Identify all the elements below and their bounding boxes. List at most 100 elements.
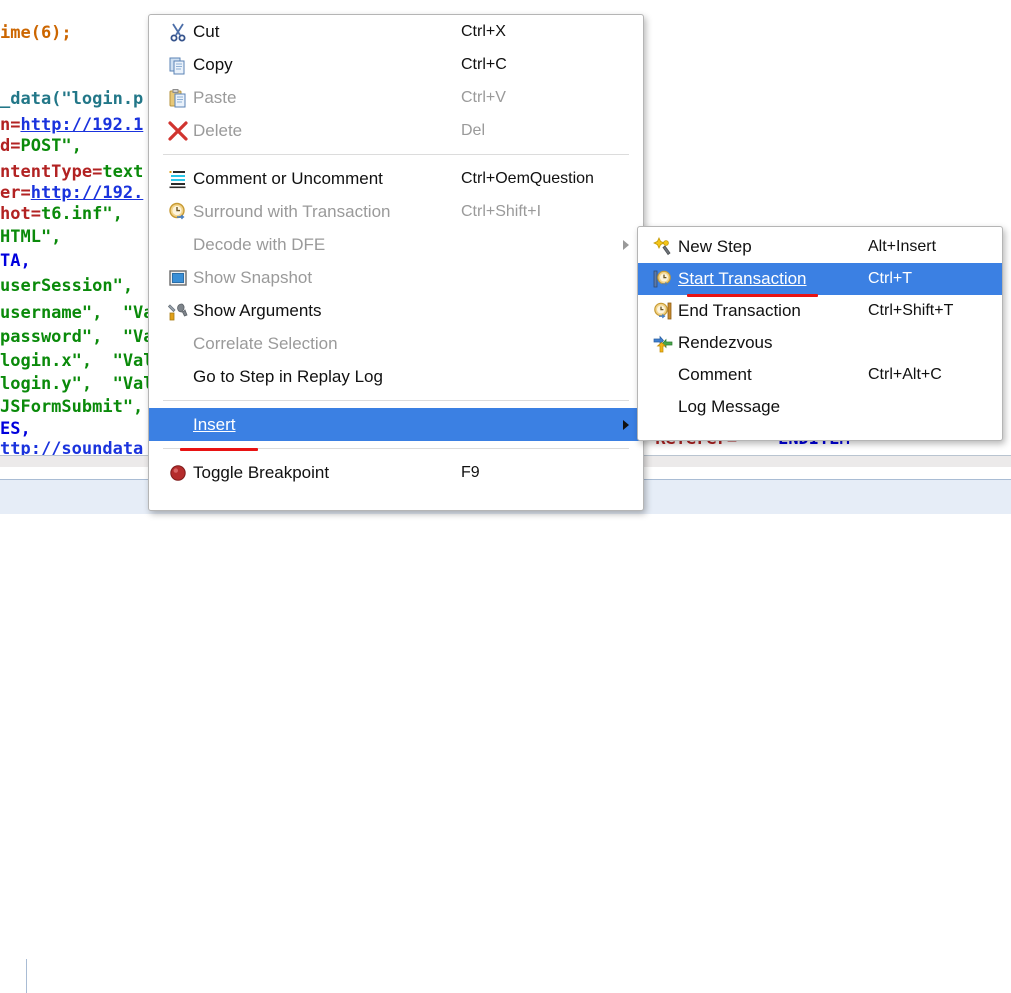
submenu-item-shortcut: Ctrl+Alt+C: [868, 366, 942, 383]
menu-item-label: Copy: [193, 54, 233, 74]
none: [163, 414, 193, 436]
submenu-item-shortcut: Alt+Insert: [868, 238, 937, 255]
code-token: POST",: [20, 136, 82, 156]
code-token: JSFormSubmit",: [0, 397, 144, 417]
submenu-item-label: Comment: [678, 365, 752, 384]
submenu-item-comment[interactable]: Comment Ctrl+Alt+C: [638, 359, 1002, 391]
code-token: ES,: [0, 419, 31, 439]
code-token: TA,: [0, 251, 31, 271]
code-token: text: [102, 162, 144, 182]
code-token: http://192.: [30, 183, 144, 203]
menu-item-label: Go to Step in Replay Log: [193, 366, 383, 386]
code-line: _data("login.p: [0, 90, 143, 108]
code-line: HTML",: [0, 228, 61, 246]
submenu-arrow-icon: [623, 239, 629, 250]
code-line: password", "Va: [0, 328, 154, 346]
menu-item-label: Toggle Breakpoint: [193, 462, 330, 482]
code-token: login.x", "Val: [0, 351, 154, 371]
submenu-item-end-transaction[interactable]: End Transaction Ctrl+Shift+T: [638, 295, 1002, 327]
context-menu[interactable]: Cut Ctrl+X Copy Ctrl+C Paste Ctrl+V Delete D…: [148, 14, 644, 511]
none: [648, 364, 678, 386]
wrench-tools-icon: [163, 300, 193, 322]
menu-item-label: Paste: [193, 87, 237, 107]
menu-item-go-to-step-in-replay-log[interactable]: Go to Step in Replay Log: [149, 360, 643, 393]
insert-submenu[interactable]: New Step Alt+Insert Start Transaction Ctrl…: [637, 226, 1003, 441]
submenu-item-label: New Step: [678, 237, 752, 256]
code-line: hot=t6.inf",: [0, 205, 123, 223]
menu-item-insert[interactable]: Insert: [149, 408, 643, 441]
menu-item-correlate-selection: Correlate Selection: [149, 327, 643, 360]
copy-icon: [163, 54, 193, 76]
code-token: d=: [0, 136, 21, 156]
code-line: n=http://192.1: [0, 116, 143, 134]
menu-item-shortcut: Ctrl+V: [461, 88, 506, 106]
none: [163, 333, 193, 355]
menu-item-copy[interactable]: Copy Ctrl+C: [149, 48, 643, 81]
submenu-item-new-step[interactable]: New Step Alt+Insert: [638, 231, 1002, 263]
submenu-item-start-transaction[interactable]: Start Transaction Ctrl+T: [638, 263, 1002, 295]
annotation-underline-insert: [180, 448, 258, 451]
menu-item-show-arguments[interactable]: Show Arguments: [149, 294, 643, 327]
menu-item-decode-with-dfe: Decode with DFE: [149, 228, 643, 261]
comment-lines-icon: [163, 168, 193, 190]
submenu-item-rendezvous[interactable]: Rendezvous: [638, 327, 1002, 359]
code-token: HTML",: [0, 227, 62, 247]
snapshot-icon: [163, 267, 193, 289]
code-token: _data("login.p: [0, 89, 144, 109]
code-line: username", "Va: [0, 304, 154, 322]
code-token: username", "Va: [0, 303, 154, 323]
code-line: ttp://soundata: [0, 440, 143, 455]
menu-item-shortcut: Ctrl+C: [461, 55, 507, 73]
breakpoint-dot-icon: [163, 462, 193, 484]
rendezvous-icon: [648, 332, 678, 354]
none: [163, 234, 193, 256]
menu-item-comment-or-uncomment[interactable]: Comment or Uncomment Ctrl+OemQuestion: [149, 162, 643, 195]
output-pane-gutter: [0, 959, 27, 993]
delete-x-icon: [163, 120, 193, 142]
menu-item-label: Decode with DFE: [193, 234, 326, 254]
menu-item-surround-with-transaction: Surround with Transaction Ctrl+Shift+I: [149, 195, 643, 228]
submenu-item-label: Rendezvous: [678, 333, 773, 352]
code-token: ntentType=: [0, 162, 103, 182]
code-line: ntentType=text: [0, 163, 143, 181]
code-line: er=http://192.: [0, 184, 143, 202]
code-token: http://192.1: [20, 115, 144, 135]
paste-icon: [163, 87, 193, 109]
none: [648, 396, 678, 418]
code-token: userSession",: [0, 276, 134, 296]
menu-item-show-snapshot: Show Snapshot: [149, 261, 643, 294]
menu-item-label: Show Arguments: [193, 300, 322, 320]
new-step-icon: [648, 236, 678, 258]
menu-separator: [163, 154, 629, 155]
code-token: hot=: [0, 204, 41, 224]
menu-item-label: Correlate Selection: [193, 333, 338, 353]
scissors-icon: [163, 21, 193, 43]
menu-item-label: Delete: [193, 120, 243, 140]
menu-separator: [163, 400, 629, 401]
menu-item-shortcut: Del: [461, 121, 486, 139]
annotation-underline-start-transaction: [687, 294, 818, 297]
code-line: ime(6);: [0, 24, 72, 42]
menu-item-delete: Delete Del: [149, 114, 643, 147]
submenu-arrow-icon: [623, 419, 629, 430]
menu-item-cut[interactable]: Cut Ctrl+X: [149, 15, 643, 48]
code-line: ES,: [0, 420, 31, 438]
menu-item-label: Insert: [193, 414, 236, 434]
code-token: login.y", "Val: [0, 374, 154, 394]
end-transaction-icon: [648, 300, 678, 322]
submenu-item-log-message[interactable]: Log Message: [638, 391, 1002, 423]
submenu-item-label: Start Transaction: [678, 269, 807, 288]
menu-item-toggle-breakpoint[interactable]: Toggle Breakpoint F9: [149, 456, 643, 489]
menu-item-shortcut: Ctrl+X: [461, 22, 506, 40]
submenu-item-label: End Transaction: [678, 301, 801, 320]
menu-item-label: Surround with Transaction: [193, 201, 391, 221]
code-line: d=POST",: [0, 137, 82, 155]
menu-item-label: Show Snapshot: [193, 267, 313, 287]
code-line: login.y", "Val: [0, 375, 154, 393]
code-token: password", "Va: [0, 327, 154, 347]
menu-item-shortcut: Ctrl+Shift+I: [461, 202, 542, 220]
submenu-item-shortcut: Ctrl+T: [868, 270, 912, 287]
clock-arrow-icon: [163, 201, 193, 223]
submenu-item-label: Log Message: [678, 397, 781, 416]
code-line: JSFormSubmit",: [0, 398, 143, 416]
